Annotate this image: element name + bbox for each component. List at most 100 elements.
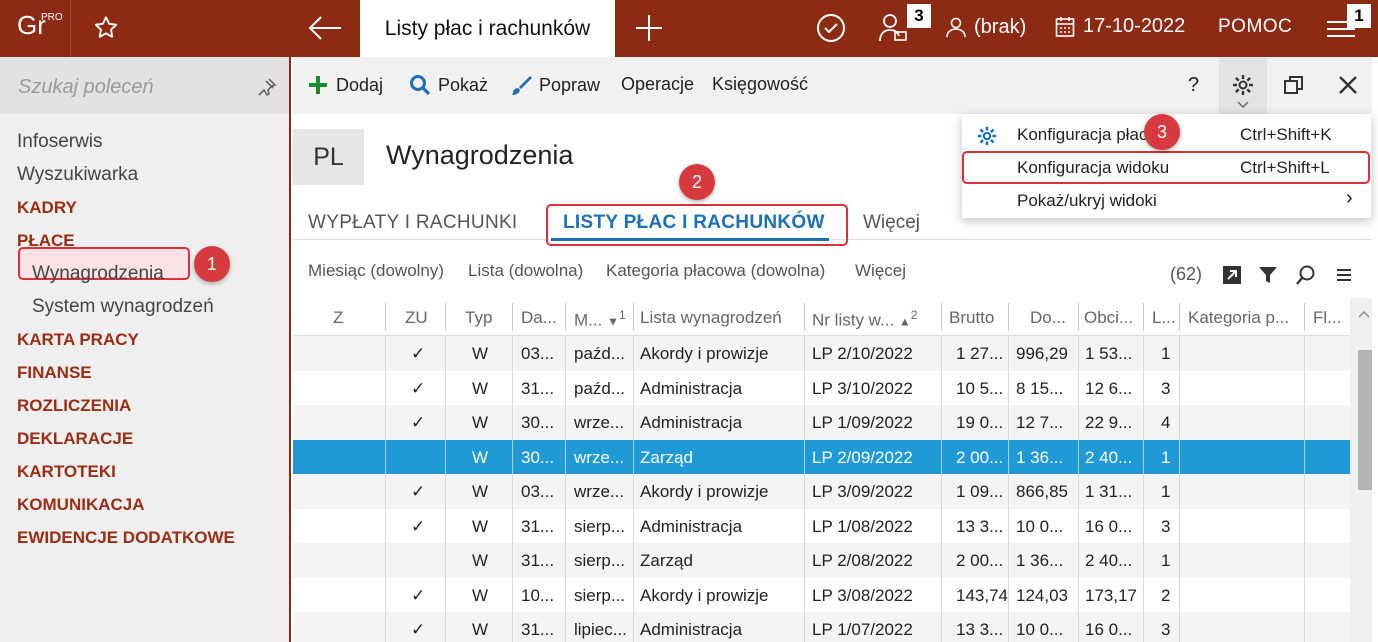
- cell-brutto: 13 3...: [956, 516, 1004, 536]
- close-icon[interactable]: [1338, 75, 1358, 95]
- settings-button[interactable]: [1219, 57, 1267, 114]
- filter-list[interactable]: Lista (dowolna): [468, 261, 583, 281]
- sidebar-item-infoserwis[interactable]: Infoserwis: [17, 125, 235, 158]
- filter-month[interactable]: Miesiąc (dowolny): [308, 261, 444, 281]
- users-icon[interactable]: [877, 11, 911, 45]
- scroll-up-icon[interactable]: [1358, 310, 1370, 318]
- col-flagi[interactable]: Fl...: [1313, 308, 1341, 328]
- cell-divider: [1008, 577, 1009, 612]
- edit-button[interactable]: Popraw: [510, 74, 600, 96]
- show-button[interactable]: Pokaż: [409, 74, 488, 96]
- cell-divider: [1078, 474, 1079, 509]
- back-arrow-icon[interactable]: [305, 12, 345, 44]
- search-icon: [410, 75, 431, 96]
- new-tab-icon[interactable]: [633, 12, 665, 44]
- col-miesiac[interactable]: M... ▼1: [574, 308, 626, 331]
- calendar-icon: [1055, 16, 1075, 37]
- cell-obc: 1 31...: [1085, 482, 1133, 501]
- cell-da: 03...: [521, 344, 555, 363]
- cell-da: 31...: [521, 516, 555, 536]
- table-row[interactable]: ✓ W 31... sierp... Administracja LP 1/08/2022…: [293, 508, 1350, 543]
- col-z[interactable]: Z: [333, 308, 343, 328]
- tab-more[interactable]: Więcej: [863, 212, 920, 234]
- cell-brutto: 13 3...: [956, 620, 1004, 639]
- date-label: 17-10-2022: [1083, 15, 1186, 37]
- col-typ[interactable]: Typ: [465, 308, 492, 328]
- cell-lista: Administracja: [640, 516, 743, 536]
- top-bar: Gr PRO Listy płac i rachunków 3 (brak) 17…: [0, 0, 1378, 57]
- cell-l: 1: [1161, 551, 1171, 570]
- operations-button[interactable]: Operacje: [621, 74, 694, 95]
- sidebar-item-kartoteki[interactable]: KARTOTEKI: [17, 455, 235, 488]
- restore-window-icon[interactable]: [1283, 74, 1305, 96]
- accounting-button[interactable]: Księgowość: [712, 74, 808, 95]
- check-circle-icon[interactable]: [815, 12, 847, 44]
- table-row[interactable]: ✓ W 10... sierp... Akordy i prowizje LP 3/08/…: [293, 577, 1350, 612]
- table-row[interactable]: ✓ W 03... paźd... Akordy i prowizje LP 2/10/2…: [293, 336, 1350, 371]
- date-selector[interactable]: 17-10-2022: [1055, 15, 1185, 38]
- tab-listy-plac[interactable]: Listy płac i rachunków: [360, 0, 615, 57]
- table-row[interactable]: ✓ W 30... wrze... Administracja LP 1/09/2022 1…: [293, 405, 1350, 440]
- sidebar-item-wyszukiwarka[interactable]: Wyszukiwarka: [17, 158, 235, 191]
- help-button[interactable]: ?: [1188, 74, 1199, 97]
- brush-icon: [512, 76, 532, 95]
- col-liczba[interactable]: L...: [1152, 308, 1176, 328]
- list-menu-icon[interactable]: [1333, 264, 1355, 286]
- table-row[interactable]: ✓ W 31... paźd... Administracja LP 3/10/2022 1…: [293, 370, 1350, 405]
- table-row[interactable]: W 31... sierp... Zarząd LP 2/08/2022 2 00... 1…: [293, 543, 1350, 578]
- sidebar-item-system-wynagrodzen[interactable]: System wynagrodzeń: [17, 290, 235, 323]
- menu-item-pokaz-ukryj-widoki[interactable]: Pokaż/ukryj widoki ›: [962, 184, 1371, 217]
- sidebar-item-deklaracje[interactable]: DEKLARACJE: [17, 422, 235, 455]
- col-separator: [1143, 303, 1144, 331]
- cell-do: 1 36...: [1016, 447, 1064, 467]
- add-button[interactable]: Dodaj: [307, 74, 383, 96]
- filter-icon[interactable]: [1257, 264, 1279, 286]
- sidebar-item-karta-pracy[interactable]: KARTA PRACY: [17, 323, 235, 356]
- table-row[interactable]: ✓ W 03... wrze... Akordy i prowizje LP 3/09/2…: [293, 474, 1350, 509]
- col-do-wyplaty[interactable]: Do...: [1030, 308, 1066, 328]
- cell-obc: 2 40...: [1085, 551, 1133, 570]
- app-logo[interactable]: Gr PRO: [17, 10, 63, 41]
- cell-divider: [445, 405, 446, 440]
- search-input[interactable]: Szukaj poleceń: [18, 76, 154, 99]
- scrollbar-thumb[interactable]: [1358, 350, 1372, 490]
- cell-divider: [445, 474, 446, 509]
- cell-nr: LP 3/09/2022: [812, 482, 913, 501]
- filter-more[interactable]: Więcej: [855, 261, 906, 281]
- cell-divider: [633, 508, 634, 543]
- cell-do: 866,85: [1016, 482, 1068, 501]
- table-row[interactable]: ✓ W 31... lipiec... Administracja LP 1/07/202…: [293, 612, 1350, 642]
- star-icon[interactable]: [92, 14, 120, 42]
- cell-do: 996,29: [1016, 344, 1068, 363]
- sidebar-item-komunikacja[interactable]: KOMUNIKACJA: [17, 488, 235, 521]
- sidebar-item-kadry[interactable]: KADRY: [17, 191, 235, 224]
- plus-icon: [309, 76, 327, 94]
- col-separator: [1078, 303, 1079, 331]
- cell-divider: [385, 439, 386, 474]
- col-zu[interactable]: ZU: [405, 308, 428, 328]
- command-search[interactable]: Szukaj poleceń: [0, 57, 289, 114]
- sidebar-item-rozliczenia[interactable]: ROZLICZENIA: [17, 389, 235, 422]
- cell-divider: [445, 612, 446, 642]
- col-lista[interactable]: Lista wynagrodzeń: [640, 308, 782, 328]
- col-brutto[interactable]: Brutto: [949, 308, 994, 328]
- cell-lista: Akordy i prowizje: [640, 482, 769, 501]
- col-obciazenia[interactable]: Obci...: [1084, 308, 1133, 328]
- operator-selector[interactable]: (brak): [944, 15, 1026, 39]
- tab-wyplaty[interactable]: WYPŁATY I RACHUNKI: [308, 212, 518, 234]
- help-link[interactable]: POMOC: [1218, 16, 1292, 38]
- cell-divider: [565, 612, 566, 642]
- filter-category[interactable]: Kategoria płacowa (dowolna): [606, 261, 825, 281]
- col-nr-listy[interactable]: Nr listy w... ▲2: [812, 308, 917, 331]
- export-icon[interactable]: [1221, 264, 1243, 286]
- cell-m: paźd...: [574, 378, 626, 398]
- search-icon[interactable]: [1295, 264, 1317, 286]
- cell-divider: [1179, 370, 1180, 405]
- col-data[interactable]: Da...: [521, 308, 557, 328]
- pin-icon[interactable]: [257, 77, 277, 97]
- sidebar-item-ewidencje[interactable]: EWIDENCJE DODATKOWE: [17, 521, 235, 554]
- table-row[interactable]: W 30... wrze... Zarząd LP 2/09/2022 2 00... 1 …: [293, 439, 1350, 474]
- col-kategoria[interactable]: Kategoria p...: [1188, 308, 1289, 328]
- cell-l: 3: [1161, 378, 1171, 398]
- sidebar-item-finanse[interactable]: FINANSE: [17, 356, 235, 389]
